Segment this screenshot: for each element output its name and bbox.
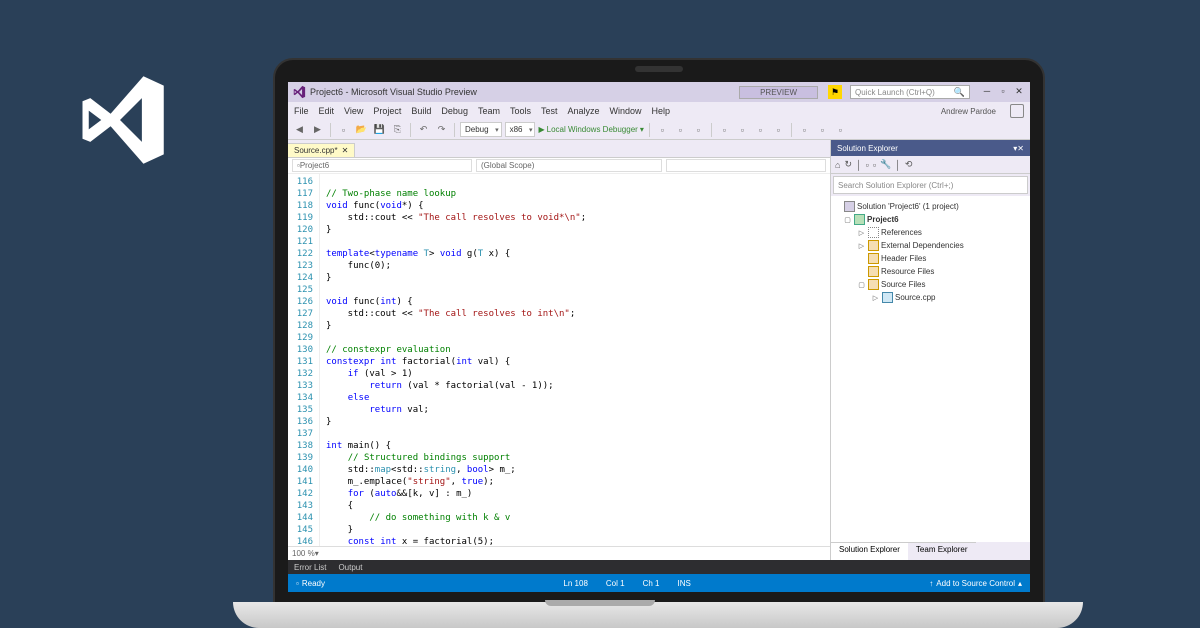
toolbar-icon[interactable]: ▫ [797, 122, 812, 137]
error-list-tab[interactable]: Error List [294, 563, 326, 572]
menu-view[interactable]: View [344, 106, 363, 116]
undo-icon[interactable]: ↶ [416, 122, 431, 137]
panel-close-icon[interactable]: ✕ [1017, 144, 1024, 153]
toolbar-icon[interactable]: ▫ [815, 122, 830, 137]
menu-window[interactable]: Window [610, 106, 642, 116]
solution-tree[interactable]: Solution 'Project6' (1 project)▢Project6… [831, 196, 1030, 542]
output-tab[interactable]: Output [338, 563, 362, 572]
menu-test[interactable]: Test [541, 106, 558, 116]
project-scope-dropdown[interactable]: ▫ Project6 [292, 159, 472, 172]
toolbar-icon[interactable]: ▫ [753, 122, 768, 137]
line-gutter: 1161171181191201211221231241251261271281… [288, 174, 320, 546]
toolbar-icon[interactable]: ▫ [735, 122, 750, 137]
laptop-camera [635, 66, 683, 72]
menu-debug[interactable]: Debug [441, 106, 468, 116]
vs-window: Project6 - Microsoft Visual Studio Previ… [288, 82, 1030, 592]
status-ch: Ch 1 [643, 579, 660, 588]
quick-launch-input[interactable]: Quick Launch (Ctrl+Q)🔍 [850, 85, 970, 99]
menu-edit[interactable]: Edit [319, 106, 335, 116]
menu-build[interactable]: Build [411, 106, 431, 116]
toolbar: ◀ ▶ ▫ 📂 💾 ⎘ ↶ ↷ Debug x86 Local Windows … [288, 120, 1030, 140]
tree-item[interactable]: ▷Source.cpp [833, 291, 1028, 304]
search-icon[interactable]: 🔍 [954, 87, 965, 98]
tree-item[interactable]: ▷External Dependencies [833, 239, 1028, 252]
status-line: Ln 108 [563, 579, 587, 588]
tree-item[interactable]: ▢Project6 [833, 213, 1028, 226]
sync-icon[interactable]: ⟲ [905, 159, 913, 170]
toolbar-icon[interactable]: ▫ [771, 122, 786, 137]
nav-back-icon[interactable]: ◀ [292, 122, 307, 137]
solution-explorer-header: Solution Explorer▾ ✕ [831, 140, 1030, 156]
editor-tab-row: Source.cpp*✕ [288, 140, 830, 158]
solution-toolbar: ⌂ ↻ │ ▫ ▫ 🔧 │ ⟲ [831, 156, 1030, 174]
restore-button[interactable]: ▫ [996, 86, 1010, 98]
status-ready: ▫ Ready [296, 579, 325, 588]
editor-area: Source.cpp*✕ ▫ Project6 (Global Scope) 1… [288, 140, 830, 560]
editor-tab[interactable]: Source.cpp*✕ [288, 143, 355, 157]
laptop-notch [545, 600, 655, 606]
minimize-button[interactable]: ─ [980, 86, 994, 98]
code-editor[interactable]: 1161171181191201211221231241251261271281… [288, 174, 830, 546]
solution-search-input[interactable]: Search Solution Explorer (Ctrl+;) [833, 176, 1028, 194]
vs-logo [70, 70, 170, 175]
team-explorer-tab[interactable]: Team Explorer [908, 542, 976, 560]
tree-item[interactable]: Header Files [833, 252, 1028, 265]
nav-fwd-icon[interactable]: ▶ [310, 122, 325, 137]
collapse-icon[interactable]: ▫ [866, 160, 869, 170]
status-col: Col 1 [606, 579, 625, 588]
save-all-icon[interactable]: ⎘ [390, 122, 405, 137]
menu-file[interactable]: File [294, 106, 309, 116]
close-button[interactable]: ✕ [1012, 86, 1026, 98]
menu-team[interactable]: Team [478, 106, 500, 116]
tab-close-icon[interactable]: ✕ [342, 146, 349, 155]
toolbar-icon[interactable]: ▫ [833, 122, 848, 137]
zoom-indicator[interactable]: 100 % ▾ [288, 546, 830, 560]
platform-dropdown[interactable]: x86 [505, 122, 536, 137]
member-scope-dropdown[interactable] [666, 159, 826, 172]
toolbar-icon[interactable]: ▫ [717, 122, 732, 137]
global-scope-dropdown[interactable]: (Global Scope) [476, 159, 662, 172]
output-panel-tabs: Error List Output [288, 560, 1030, 574]
statusbar: ▫ Ready Ln 108 Col 1 Ch 1 INS ↑ Add to S… [288, 574, 1030, 592]
menubar: File Edit View Project Build Debug Team … [288, 102, 1030, 120]
tree-item[interactable]: Solution 'Project6' (1 project) [833, 200, 1028, 213]
show-all-icon[interactable]: ▫ [873, 160, 876, 170]
titlebar: Project6 - Microsoft Visual Studio Previ… [288, 82, 1030, 102]
tree-item[interactable]: ▢Source Files [833, 278, 1028, 291]
save-icon[interactable]: 💾 [372, 122, 387, 137]
home-icon[interactable]: ⌂ [835, 160, 840, 170]
toolbar-icon[interactable]: ▫ [673, 122, 688, 137]
menu-help[interactable]: Help [652, 106, 671, 116]
user-name[interactable]: Andrew Pardoe [941, 107, 996, 116]
user-avatar-icon[interactable] [1010, 104, 1024, 118]
start-debugger-button[interactable]: Local Windows Debugger ▾ [538, 125, 643, 134]
open-icon[interactable]: 📂 [354, 122, 369, 137]
tree-item[interactable]: Resource Files [833, 265, 1028, 278]
solution-explorer: Solution Explorer▾ ✕ ⌂ ↻ │ ▫ ▫ 🔧 │ ⟲ Sea… [830, 140, 1030, 560]
toolbar-icon[interactable]: ▫ [691, 122, 706, 137]
toolbar-icon[interactable]: ▫ [655, 122, 670, 137]
solution-explorer-tab[interactable]: Solution Explorer [831, 542, 908, 560]
status-ins: INS [677, 579, 690, 588]
refresh-icon[interactable]: ↻ [844, 159, 852, 170]
notification-flag-icon[interactable]: ⚑ [828, 85, 842, 99]
vs-icon [292, 85, 306, 99]
menu-tools[interactable]: Tools [510, 106, 531, 116]
config-dropdown[interactable]: Debug [460, 122, 502, 137]
tree-item[interactable]: ▷References [833, 226, 1028, 239]
preview-badge: PREVIEW [739, 86, 818, 99]
new-icon[interactable]: ▫ [336, 122, 351, 137]
properties-icon[interactable]: 🔧 [880, 159, 891, 170]
add-source-control-button[interactable]: ↑ Add to Source Control ▴ [929, 579, 1022, 588]
menu-project[interactable]: Project [373, 106, 401, 116]
menu-analyze[interactable]: Analyze [568, 106, 600, 116]
code-content[interactable]: // Two-phase name lookupvoid func(void*)… [320, 174, 830, 546]
window-title: Project6 - Microsoft Visual Studio Previ… [310, 87, 477, 97]
redo-icon[interactable]: ↷ [434, 122, 449, 137]
laptop-base [233, 602, 1083, 628]
